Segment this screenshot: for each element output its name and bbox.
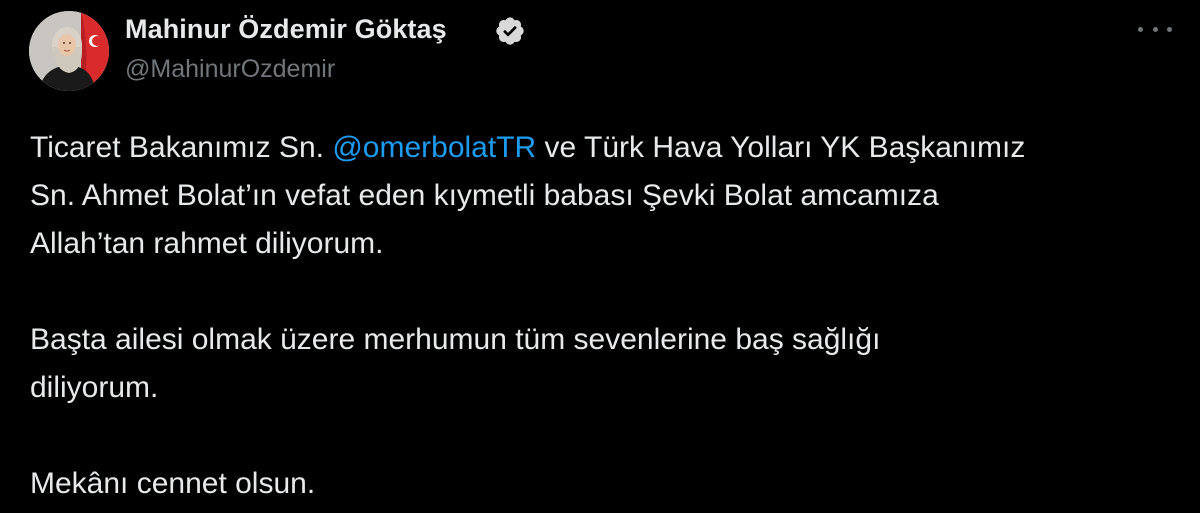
author-name[interactable]: Mahinur Özdemir Göktaş	[125, 14, 447, 45]
tweet-line: Mekânı cennet olsun.	[30, 467, 316, 500]
tweet: Mahinur Özdemir Göktaş @MahinurOzdemir T…	[0, 0, 1200, 513]
dot-icon	[1167, 26, 1172, 32]
dot-icon	[1152, 26, 1158, 32]
tweet-text-segment: Ticaret Bakanımız Sn.	[30, 131, 333, 164]
author-handle[interactable]: @MahinurOzdemir	[125, 55, 335, 84]
tweet-text-segment: ve Türk Hava Yolları YK Başkanımız	[536, 131, 1026, 164]
tweet-line: Sn. Ahmet Bolat’ın vefat eden kıymetli b…	[30, 179, 939, 212]
tweet-line: Ticaret Bakanımız Sn. @omerbolatTR ve Tü…	[30, 124, 1180, 172]
tweet-text: Ticaret Bakanımız Sn. @omerbolatTR ve Tü…	[30, 124, 1180, 508]
dot-icon	[1138, 26, 1143, 32]
avatar[interactable]	[29, 11, 109, 91]
mention-link[interactable]: @omerbolatTR	[332, 131, 536, 164]
tweet-line: Başta ailesi olmak üzere merhumun tüm se…	[30, 323, 881, 356]
tweet-line: diliyorum.	[30, 371, 159, 404]
verified-badge-icon[interactable]	[494, 15, 526, 47]
tweet-line: Allah’tan rahmet diliyorum.	[30, 227, 384, 260]
avatar-image	[29, 11, 109, 91]
more-options-icon[interactable]	[1138, 14, 1172, 44]
